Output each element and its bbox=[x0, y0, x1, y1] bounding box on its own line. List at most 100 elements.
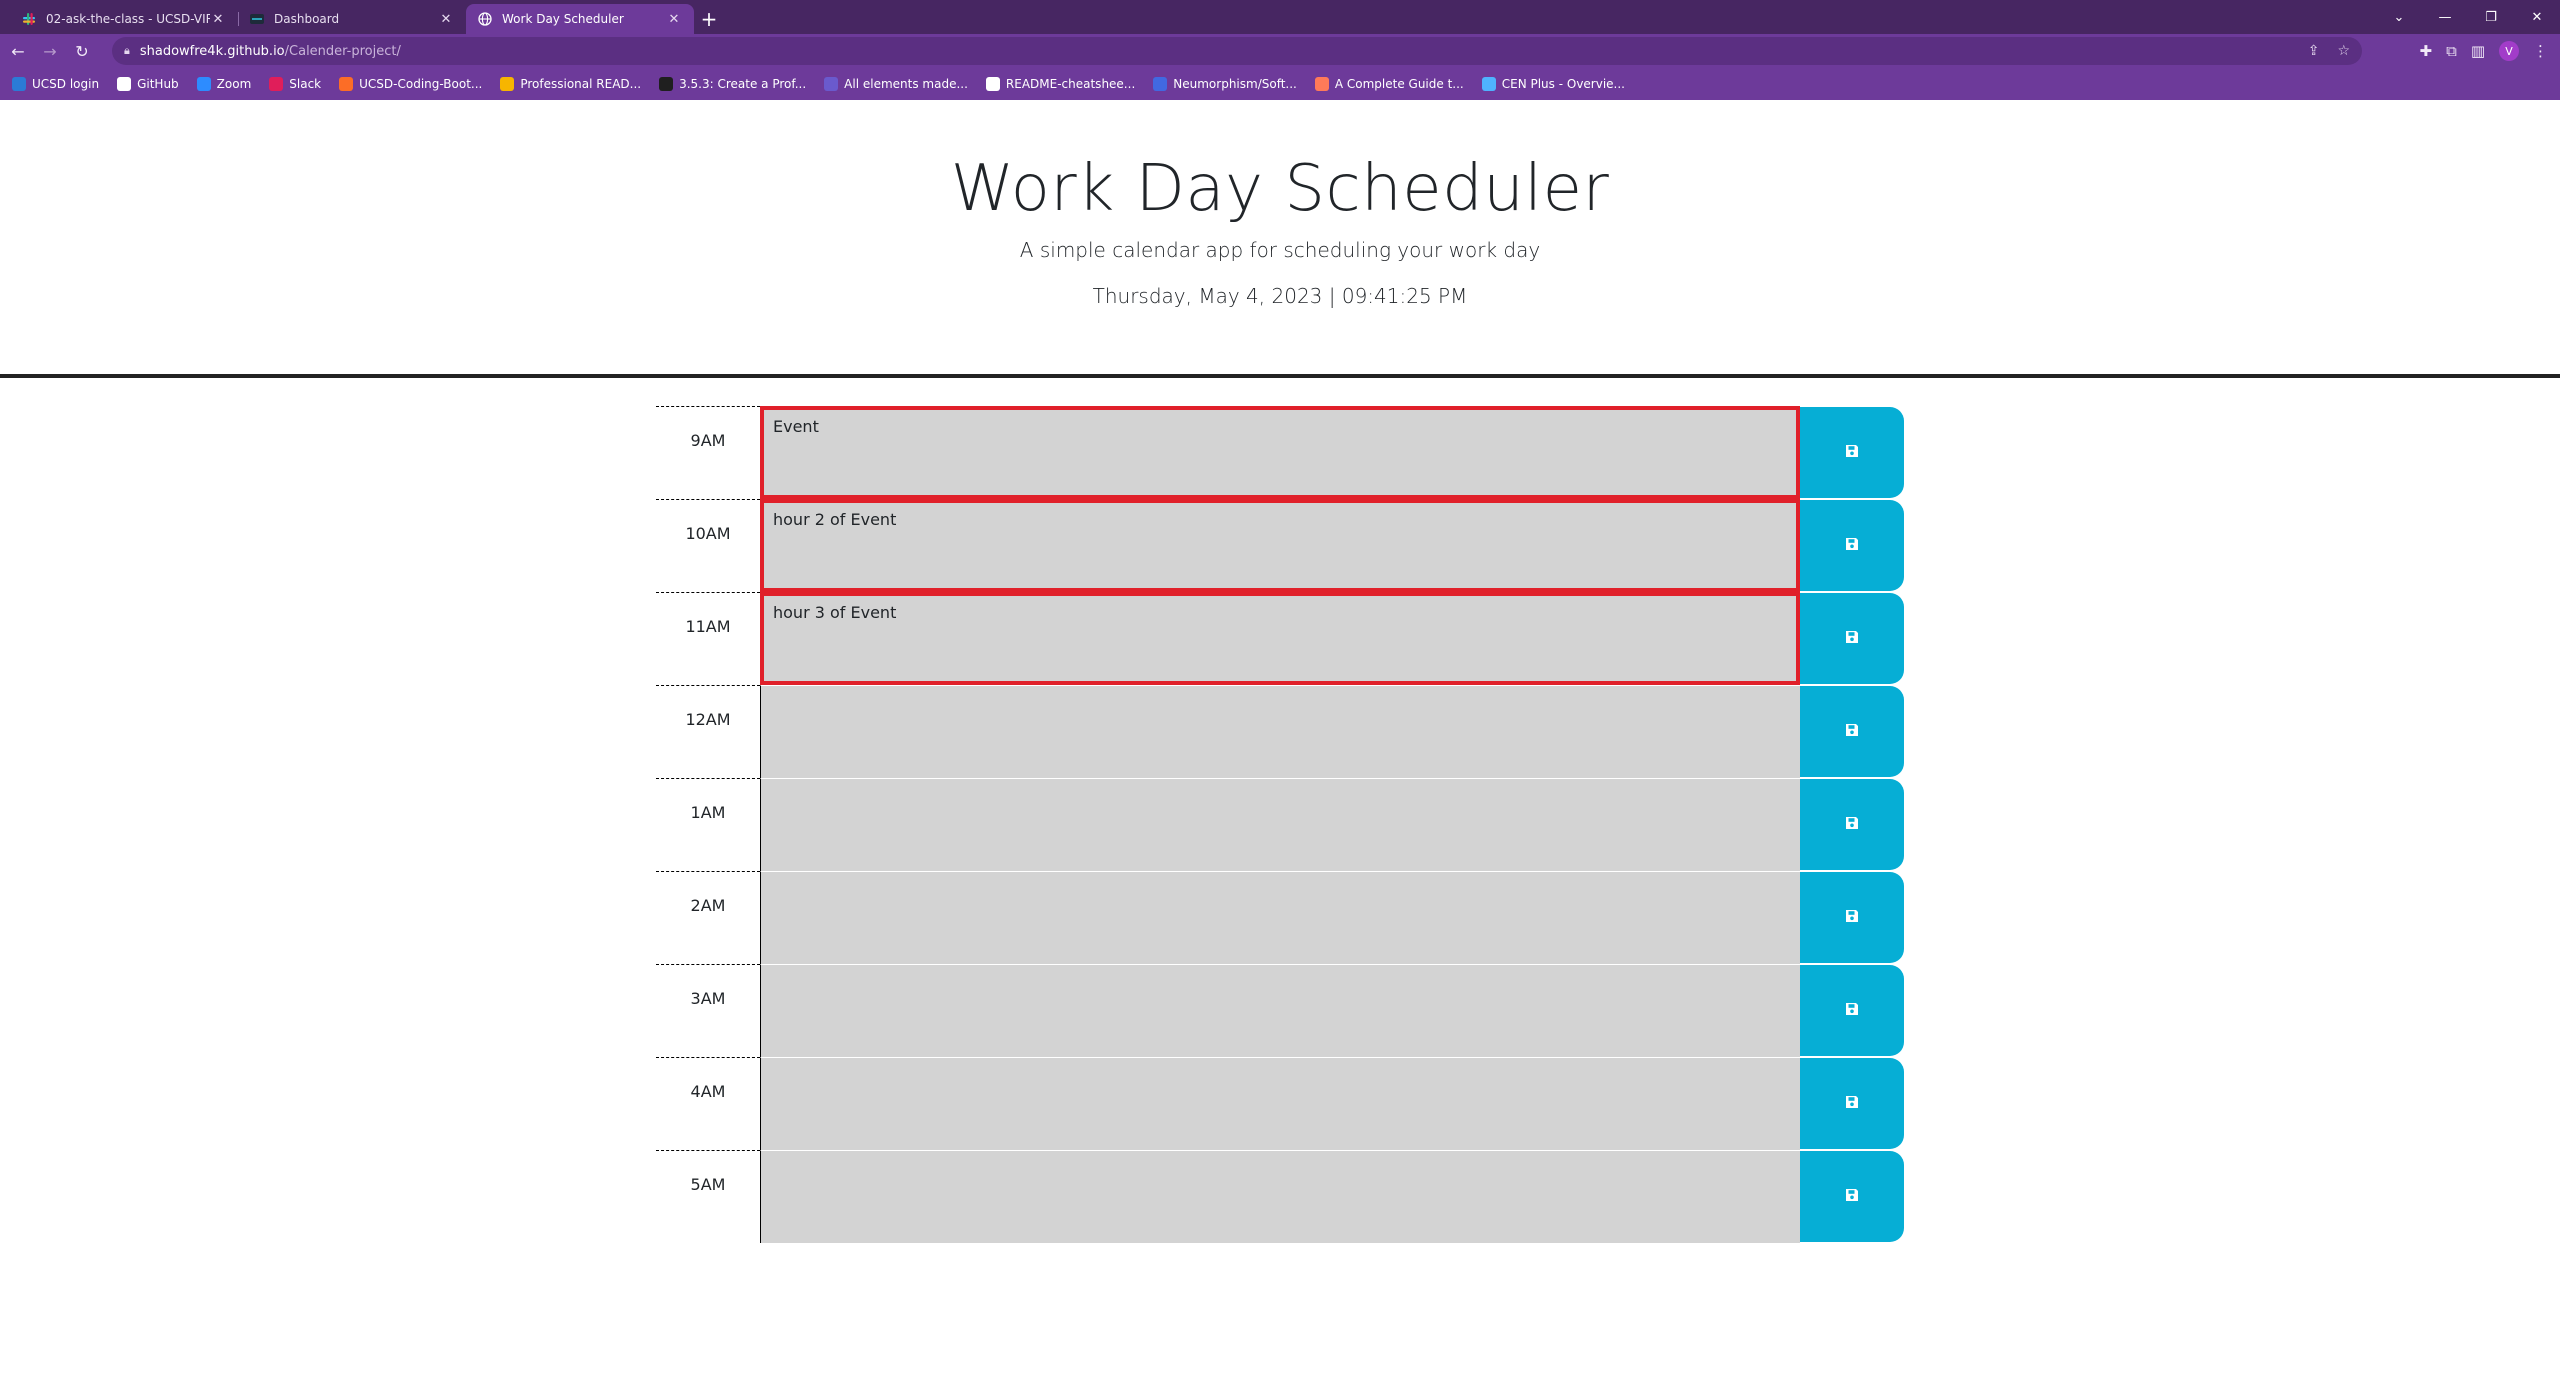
save-floppy-icon bbox=[1845, 722, 1859, 741]
event-description-textarea[interactable] bbox=[760, 685, 1800, 778]
lock-icon[interactable]: 🔒︎ bbox=[124, 44, 130, 58]
save-button[interactable] bbox=[1800, 872, 1904, 963]
menu-kebab-icon[interactable]: ⋮ bbox=[2533, 42, 2548, 60]
browser-tab[interactable]: Dashboard ✕ bbox=[238, 4, 466, 34]
bookmark-label: Professional READ... bbox=[520, 77, 642, 91]
time-block-row: 5AM bbox=[656, 1150, 1904, 1243]
save-floppy-icon bbox=[1845, 1187, 1859, 1206]
bookmark-item[interactable]: Zoom bbox=[196, 77, 252, 91]
url-path: /Calender-project/ bbox=[284, 43, 401, 59]
close-tab-icon[interactable]: ✕ bbox=[438, 11, 454, 27]
extension-puzzle-icon[interactable]: ⧉ bbox=[2446, 42, 2457, 60]
bookmark-label: 3.5.3: Create a Prof... bbox=[679, 77, 807, 91]
hour-label: 3AM bbox=[656, 964, 760, 1057]
hour-label: 1AM bbox=[656, 778, 760, 871]
event-description-textarea[interactable] bbox=[760, 964, 1800, 1057]
hour-label: 11AM bbox=[656, 592, 760, 685]
save-floppy-icon bbox=[1845, 443, 1859, 462]
github-icon bbox=[117, 77, 132, 91]
page-content: Work Day Scheduler A simple calendar app… bbox=[0, 100, 2560, 1400]
bookmark-label: GitHub bbox=[137, 77, 179, 91]
close-tab-icon[interactable]: ✕ bbox=[210, 11, 226, 27]
hour-label: 4AM bbox=[656, 1057, 760, 1150]
address-bar[interactable]: 🔒︎ shadowfre4k.github.io /Calender-proje… bbox=[112, 37, 2362, 65]
bookmark-star-icon[interactable]: ☆ bbox=[2337, 43, 2350, 59]
reload-icon[interactable]: ↻ bbox=[68, 37, 96, 65]
bookmark-label: README-cheatshee... bbox=[1005, 77, 1136, 91]
github-icon bbox=[985, 77, 1000, 91]
bookmark-item[interactable]: Slack bbox=[269, 77, 321, 91]
forward-arrow-icon[interactable]: → bbox=[36, 37, 64, 65]
event-description-textarea[interactable] bbox=[760, 871, 1800, 964]
bookmark-label: Slack bbox=[289, 77, 322, 91]
bookmark-item[interactable]: UCSD-Coding-Boot... bbox=[339, 77, 482, 91]
window-controls: ⌄ — ❐ ✕ bbox=[2376, 0, 2560, 34]
save-button[interactable] bbox=[1800, 965, 1904, 1056]
bookmark-item[interactable]: Professional READ... bbox=[500, 77, 641, 91]
time-block-row: 12AM bbox=[656, 685, 1904, 778]
bookmark-item[interactable]: UCSD login bbox=[12, 77, 99, 91]
save-button[interactable] bbox=[1800, 686, 1904, 777]
save-button[interactable] bbox=[1800, 500, 1904, 591]
new-tab-button[interactable]: + bbox=[694, 4, 724, 34]
dev-icon bbox=[500, 77, 515, 91]
save-floppy-icon bbox=[1845, 815, 1859, 834]
event-description-textarea[interactable]: hour 3 of Event bbox=[760, 592, 1800, 685]
hour-label: 9AM bbox=[656, 406, 760, 499]
bookmark-item[interactable]: All elements made... bbox=[824, 77, 968, 91]
close-tab-icon[interactable]: ✕ bbox=[666, 11, 682, 27]
bookmark-label: Zoom bbox=[216, 77, 252, 91]
bookmark-label: UCSD login bbox=[32, 77, 100, 91]
browser-tab-active[interactable]: Work Day Scheduler ✕ bbox=[466, 4, 694, 34]
time-block-container: 9AM Event 10AM hour 2 of Event 11AM hour 3 of… bbox=[656, 406, 1904, 1243]
save-button[interactable] bbox=[1800, 593, 1904, 684]
bookmark-label: Neumorphism/Soft... bbox=[1173, 77, 1297, 91]
ucsd-icon bbox=[12, 77, 26, 91]
tab-title: Dashboard bbox=[274, 12, 340, 26]
browser-tab[interactable]: 02-ask-the-class - UCSD-VIRT-FS ✕ bbox=[10, 4, 238, 34]
event-description-textarea[interactable] bbox=[760, 1150, 1800, 1243]
page-subtitle: A simple calendar app for scheduling you… bbox=[1019, 238, 1541, 262]
bookmark-item[interactable]: README-cheatshee... bbox=[985, 77, 1136, 91]
save-floppy-icon bbox=[1845, 1001, 1859, 1020]
tab-search-icon[interactable]: ⌄ bbox=[2376, 0, 2422, 34]
browser-tab-bar: 02-ask-the-class - UCSD-VIRT-FS ✕ Dashbo… bbox=[0, 0, 2560, 34]
minimize-icon[interactable]: — bbox=[2422, 0, 2468, 34]
slack-icon bbox=[269, 77, 284, 91]
hour-label: 10AM bbox=[656, 499, 760, 592]
event-description-textarea[interactable] bbox=[760, 1057, 1800, 1150]
hour-label: 5AM bbox=[656, 1150, 760, 1243]
bookmark-item[interactable]: 3.5.3: Create a Prof... bbox=[659, 77, 806, 91]
close-window-icon[interactable]: ✕ bbox=[2514, 0, 2560, 34]
extensions-icon[interactable]: ✚ bbox=[2420, 42, 2433, 60]
bookmark-item[interactable]: CEN Plus - Overvie... bbox=[1481, 77, 1625, 91]
tab-title: 02-ask-the-class - UCSD-VIRT-FS bbox=[46, 12, 210, 26]
time-block-row: 1AM bbox=[656, 778, 1904, 871]
zoom-icon bbox=[196, 77, 211, 91]
gitlab-icon bbox=[339, 77, 354, 91]
time-block-row: 2AM bbox=[656, 871, 1904, 964]
share-icon[interactable]: ⇪ bbox=[2308, 43, 2320, 59]
page-title: Work Day Scheduler bbox=[950, 152, 1610, 226]
save-button[interactable] bbox=[1800, 779, 1904, 870]
css-tricks-icon bbox=[1314, 77, 1329, 91]
bookmark-label: A Complete Guide t... bbox=[1334, 77, 1464, 91]
event-description-textarea[interactable] bbox=[760, 778, 1800, 871]
restore-icon[interactable]: ❐ bbox=[2468, 0, 2514, 34]
save-button[interactable] bbox=[1800, 407, 1904, 498]
save-floppy-icon bbox=[1845, 908, 1859, 927]
save-button[interactable] bbox=[1800, 1151, 1904, 1242]
bookmarks-bar: UCSD login GitHub Zoom Slack UCSD-Coding-Boo… bbox=[0, 68, 2560, 100]
side-panel-icon[interactable]: ▥ bbox=[2471, 42, 2485, 60]
bookmark-item[interactable]: Neumorphism/Soft... bbox=[1153, 77, 1297, 91]
hour-label: 12AM bbox=[656, 685, 760, 778]
save-button[interactable] bbox=[1800, 1058, 1904, 1149]
bookmark-item[interactable]: GitHub bbox=[117, 77, 179, 91]
profile-avatar[interactable]: V bbox=[2499, 41, 2519, 61]
time-block-row: 3AM bbox=[656, 964, 1904, 1057]
back-arrow-icon[interactable]: ← bbox=[4, 37, 32, 65]
time-block-row: 10AM hour 2 of Event bbox=[656, 499, 1904, 592]
event-description-textarea[interactable]: Event bbox=[760, 406, 1800, 499]
event-description-textarea[interactable]: hour 2 of Event bbox=[760, 499, 1800, 592]
bookmark-item[interactable]: A Complete Guide t... bbox=[1314, 77, 1464, 91]
